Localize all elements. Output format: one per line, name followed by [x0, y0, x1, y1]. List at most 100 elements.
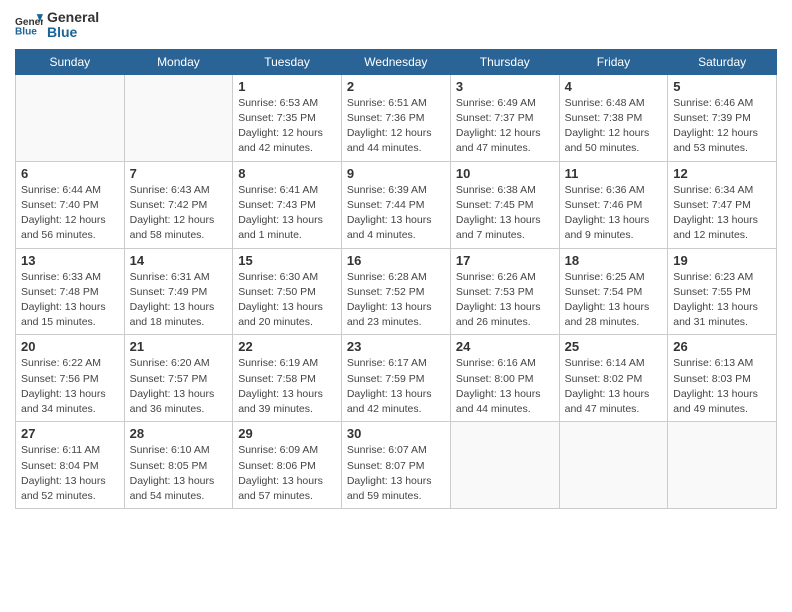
calendar-cell: 9Sunrise: 6:39 AM Sunset: 7:44 PM Daylig…: [341, 161, 450, 248]
calendar-cell: 5 Sunrise: 6:46 AM Sunset: 7:39 PM Daylig…: [668, 74, 777, 161]
day-info: Sunrise: 6:51 AM Sunset: 7:36 PM Dayligh…: [347, 96, 445, 157]
day-number: 16: [347, 253, 445, 268]
day-number: 5: [673, 79, 771, 94]
week-row-2: 6Sunrise: 6:44 AM Sunset: 7:40 PM Daylig…: [16, 161, 777, 248]
day-info: Sunrise: 6:53 AM Sunset: 7:35 PM Dayligh…: [238, 96, 336, 157]
day-info: Sunrise: 6:16 AM Sunset: 8:00 PM Dayligh…: [456, 356, 554, 417]
logo-general: General: [47, 10, 99, 25]
day-number: 21: [130, 339, 228, 354]
calendar-cell: 12Sunrise: 6:34 AM Sunset: 7:47 PM Dayli…: [668, 161, 777, 248]
day-info: Sunrise: 6:20 AM Sunset: 7:57 PM Dayligh…: [130, 356, 228, 417]
day-number: 18: [565, 253, 663, 268]
day-number: 9: [347, 166, 445, 181]
calendar-cell: [559, 422, 668, 509]
calendar-cell: 7 Sunrise: 6:43 AM Sunset: 7:42 PM Daylig…: [124, 161, 233, 248]
day-info: Sunrise: 6:48 AM Sunset: 7:38 PM Dayligh…: [565, 96, 663, 157]
calendar-cell: 6Sunrise: 6:44 AM Sunset: 7:40 PM Daylig…: [16, 161, 125, 248]
day-info: Sunrise: 6:36 AM Sunset: 7:46 PM Dayligh…: [565, 183, 663, 244]
day-info: Sunrise: 6:09 AM Sunset: 8:06 PM Dayligh…: [238, 443, 336, 504]
svg-text:Blue: Blue: [15, 27, 37, 38]
calendar-cell: 13 Sunrise: 6:33 AM Sunset: 7:48 PM Dayli…: [16, 248, 125, 335]
day-info: Sunrise: 6:49 AM Sunset: 7:37 PM Dayligh…: [456, 96, 554, 157]
calendar-cell: 24 Sunrise: 6:16 AM Sunset: 8:00 PM Dayli…: [450, 335, 559, 422]
calendar-cell: 1 Sunrise: 6:53 AM Sunset: 7:35 PM Daylig…: [233, 74, 342, 161]
day-number: 13: [21, 253, 119, 268]
calendar-cell: 16 Sunrise: 6:28 AM Sunset: 7:52 PM Dayli…: [341, 248, 450, 335]
calendar-cell: 14 Sunrise: 6:31 AM Sunset: 7:49 PM Dayli…: [124, 248, 233, 335]
calendar-cell: 19 Sunrise: 6:23 AM Sunset: 7:55 PM Dayli…: [668, 248, 777, 335]
calendar-cell: 10 Sunrise: 6:38 AM Sunset: 7:45 PM Dayli…: [450, 161, 559, 248]
calendar-cell: 8Sunrise: 6:41 AM Sunset: 7:43 PM Daylig…: [233, 161, 342, 248]
calendar-cell: 21 Sunrise: 6:20 AM Sunset: 7:57 PM Dayli…: [124, 335, 233, 422]
day-info: Sunrise: 6:10 AM Sunset: 8:05 PM Dayligh…: [130, 443, 228, 504]
calendar-cell: 30 Sunrise: 6:07 AM Sunset: 8:07 PM Dayli…: [341, 422, 450, 509]
day-number: 15: [238, 253, 336, 268]
calendar-cell: [450, 422, 559, 509]
calendar-cell: 2 Sunrise: 6:51 AM Sunset: 7:36 PM Daylig…: [341, 74, 450, 161]
header: General Blue General Blue: [15, 10, 777, 41]
calendar-cell: 27 Sunrise: 6:11 AM Sunset: 8:04 PM Dayli…: [16, 422, 125, 509]
day-number: 27: [21, 426, 119, 441]
day-number: 23: [347, 339, 445, 354]
calendar-cell: 25Sunrise: 6:14 AM Sunset: 8:02 PM Dayli…: [559, 335, 668, 422]
calendar-cell: [16, 74, 125, 161]
day-info: Sunrise: 6:17 AM Sunset: 7:59 PM Dayligh…: [347, 356, 445, 417]
day-info: Sunrise: 6:13 AM Sunset: 8:03 PM Dayligh…: [673, 356, 771, 417]
day-number: 24: [456, 339, 554, 354]
day-number: 17: [456, 253, 554, 268]
week-row-4: 20 Sunrise: 6:22 AM Sunset: 7:56 PM Dayli…: [16, 335, 777, 422]
day-info: Sunrise: 6:22 AM Sunset: 7:56 PM Dayligh…: [21, 356, 119, 417]
day-info: Sunrise: 6:41 AM Sunset: 7:43 PM Dayligh…: [238, 183, 336, 244]
day-info: Sunrise: 6:19 AM Sunset: 7:58 PM Dayligh…: [238, 356, 336, 417]
day-number: 25: [565, 339, 663, 354]
weekday-header-monday: Monday: [124, 49, 233, 74]
day-info: Sunrise: 6:23 AM Sunset: 7:55 PM Dayligh…: [673, 270, 771, 331]
day-number: 2: [347, 79, 445, 94]
weekday-header-wednesday: Wednesday: [341, 49, 450, 74]
weekday-header-sunday: Sunday: [16, 49, 125, 74]
day-info: Sunrise: 6:28 AM Sunset: 7:52 PM Dayligh…: [347, 270, 445, 331]
logo-icon: General Blue: [15, 11, 43, 39]
day-info: Sunrise: 6:43 AM Sunset: 7:42 PM Dayligh…: [130, 183, 228, 244]
day-number: 19: [673, 253, 771, 268]
calendar-table: SundayMondayTuesdayWednesdayThursdayFrid…: [15, 49, 777, 509]
calendar-cell: 28 Sunrise: 6:10 AM Sunset: 8:05 PM Dayli…: [124, 422, 233, 509]
calendar-cell: [668, 422, 777, 509]
day-number: 22: [238, 339, 336, 354]
day-number: 10: [456, 166, 554, 181]
calendar-cell: 22 Sunrise: 6:19 AM Sunset: 7:58 PM Dayli…: [233, 335, 342, 422]
week-row-1: 1 Sunrise: 6:53 AM Sunset: 7:35 PM Daylig…: [16, 74, 777, 161]
day-info: Sunrise: 6:30 AM Sunset: 7:50 PM Dayligh…: [238, 270, 336, 331]
day-info: Sunrise: 6:33 AM Sunset: 7:48 PM Dayligh…: [21, 270, 119, 331]
day-number: 30: [347, 426, 445, 441]
day-number: 1: [238, 79, 336, 94]
calendar-cell: 3 Sunrise: 6:49 AM Sunset: 7:37 PM Daylig…: [450, 74, 559, 161]
day-info: Sunrise: 6:07 AM Sunset: 8:07 PM Dayligh…: [347, 443, 445, 504]
calendar-cell: 4 Sunrise: 6:48 AM Sunset: 7:38 PM Daylig…: [559, 74, 668, 161]
day-info: Sunrise: 6:31 AM Sunset: 7:49 PM Dayligh…: [130, 270, 228, 331]
logo: General Blue General Blue: [15, 10, 99, 41]
day-number: 4: [565, 79, 663, 94]
calendar-cell: 18 Sunrise: 6:25 AM Sunset: 7:54 PM Dayli…: [559, 248, 668, 335]
weekday-header-thursday: Thursday: [450, 49, 559, 74]
day-info: Sunrise: 6:34 AM Sunset: 7:47 PM Dayligh…: [673, 183, 771, 244]
weekday-header-tuesday: Tuesday: [233, 49, 342, 74]
day-info: Sunrise: 6:46 AM Sunset: 7:39 PM Dayligh…: [673, 96, 771, 157]
day-number: 29: [238, 426, 336, 441]
calendar-cell: 15 Sunrise: 6:30 AM Sunset: 7:50 PM Dayli…: [233, 248, 342, 335]
day-info: Sunrise: 6:11 AM Sunset: 8:04 PM Dayligh…: [21, 443, 119, 504]
day-number: 28: [130, 426, 228, 441]
day-number: 7: [130, 166, 228, 181]
logo-blue: Blue: [47, 25, 99, 40]
calendar-cell: [124, 74, 233, 161]
day-info: Sunrise: 6:38 AM Sunset: 7:45 PM Dayligh…: [456, 183, 554, 244]
weekday-header-row: SundayMondayTuesdayWednesdayThursdayFrid…: [16, 49, 777, 74]
day-number: 14: [130, 253, 228, 268]
day-info: Sunrise: 6:25 AM Sunset: 7:54 PM Dayligh…: [565, 270, 663, 331]
day-number: 3: [456, 79, 554, 94]
day-number: 20: [21, 339, 119, 354]
calendar-cell: 23 Sunrise: 6:17 AM Sunset: 7:59 PM Dayli…: [341, 335, 450, 422]
day-number: 11: [565, 166, 663, 181]
weekday-header-friday: Friday: [559, 49, 668, 74]
calendar-cell: 29 Sunrise: 6:09 AM Sunset: 8:06 PM Dayli…: [233, 422, 342, 509]
